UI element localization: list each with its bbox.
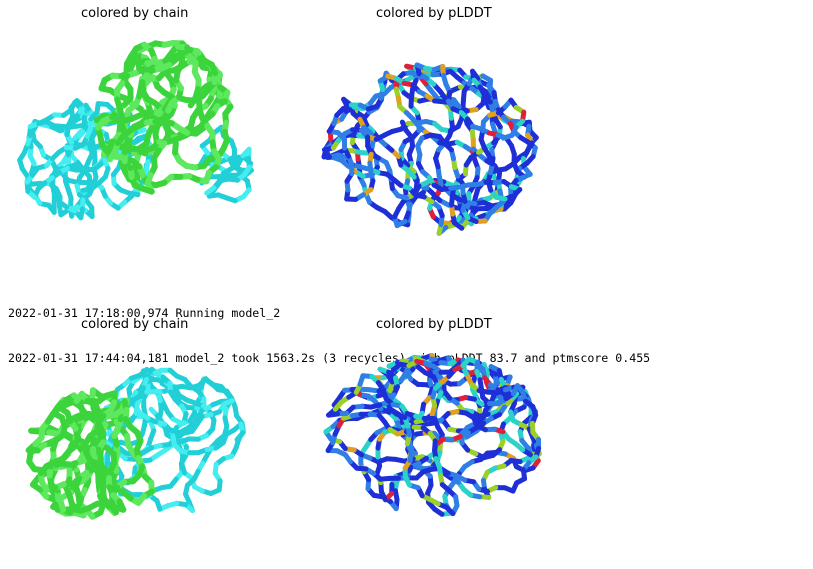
figure-2-plddt-structure [323,353,542,517]
figure-1-chain-title: colored by chain [81,6,189,21]
figure-2-plddt-title: colored by pLDDT [376,317,492,332]
figure-2-chain-title: colored by chain [81,317,189,332]
figure-1-plddt-structure [321,62,539,236]
figure-1-plddt-title: colored by pLDDT [376,6,492,21]
figure-2-chain-structure [25,366,246,520]
figure-1-chain-structure [17,40,254,221]
